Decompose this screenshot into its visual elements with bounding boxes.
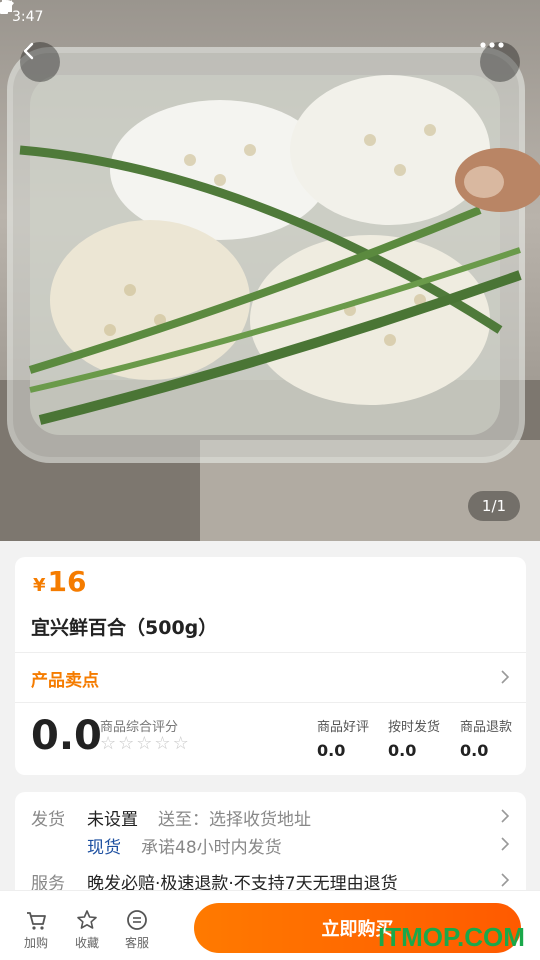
metric-value: 0.0 [317,741,346,760]
image-counter: 1/1 [468,491,520,521]
divider [15,652,526,653]
metric-refund: 商品退款 0.0 [460,716,512,760]
metric-good-review: 商品好评 0.0 [317,716,369,760]
metric-value: 0.0 [460,741,489,760]
price-value: 16 [47,565,87,598]
selling-points-row[interactable]: 产品卖点 [15,654,526,702]
battery-icon [0,0,8,14]
chevron-left-icon [23,42,34,60]
chat-icon [127,910,147,930]
chevron-right-icon [500,836,510,855]
more-dots-icon [480,42,504,48]
customer-service-button[interactable]: 客服 [117,909,157,951]
star-icon: ☆ [172,733,189,754]
cart-label: 加购 [23,936,48,950]
chevron-right-icon [500,872,510,891]
metric-label: 商品好评 [317,720,370,735]
status-time: 3:47 [12,9,44,25]
shipping-label: 发货 [31,809,65,830]
status-bar: 3:47 [0,0,540,34]
metric-value: 0.0 [388,741,417,760]
star-icon: ☆ [154,733,171,754]
star-icon: ☆ [100,733,117,754]
watermark: ITMOP.COM [378,922,525,952]
chevron-right-icon [500,808,510,827]
star-icon: ☆ [118,733,135,754]
cart-icon [27,912,46,930]
shipping-card: 发货 未设置 送至：选择收货地址 现货 承诺48小时内发货 服务 晚发必赔·极速… [15,792,526,902]
service-label: 客服 [124,936,149,950]
favorite-button[interactable]: 收藏 [67,909,107,951]
product-info-card: ¥ 16 宜兴鲜百合（500g） 产品卖点 0.0 商品综合评分 ☆ ☆ ☆ ☆… [15,557,526,775]
star-icon [77,910,97,929]
product-title: 宜兴鲜百合（500g） [31,617,218,639]
stock-row[interactable]: 现货 承诺48小时内发货 [15,831,526,859]
shipping-promise: 承诺48小时内发货 [141,837,282,858]
price-symbol: ¥ [33,575,46,596]
price: ¥ 16 [33,565,87,598]
product-photo [0,47,540,541]
back-button[interactable] [20,42,60,82]
metric-label: 按时发货 [388,720,441,735]
shipping-value: 未设置 [87,809,138,830]
product-image[interactable]: 3:47 1/1 [0,0,540,541]
metric-on-time-shipping: 按时发货 0.0 [388,716,440,760]
metric-label: 商品退款 [460,720,513,735]
rating-stars: ☆ ☆ ☆ ☆ ☆ [100,733,189,754]
divider [15,702,526,703]
shipping-row[interactable]: 发货 未设置 送至：选择收货地址 [15,803,526,831]
stock-status: 现货 [87,837,121,858]
favorite-label: 收藏 [74,936,99,950]
selling-points-label: 产品卖点 [31,670,99,691]
star-icon: ☆ [136,733,153,754]
ship-to-address: 送至：选择收货地址 [158,809,311,830]
chevron-right-icon [500,669,510,688]
rating-score: 0.0 [31,713,102,759]
more-button[interactable] [480,42,520,82]
add-to-cart-button[interactable]: 加购 [16,909,56,951]
